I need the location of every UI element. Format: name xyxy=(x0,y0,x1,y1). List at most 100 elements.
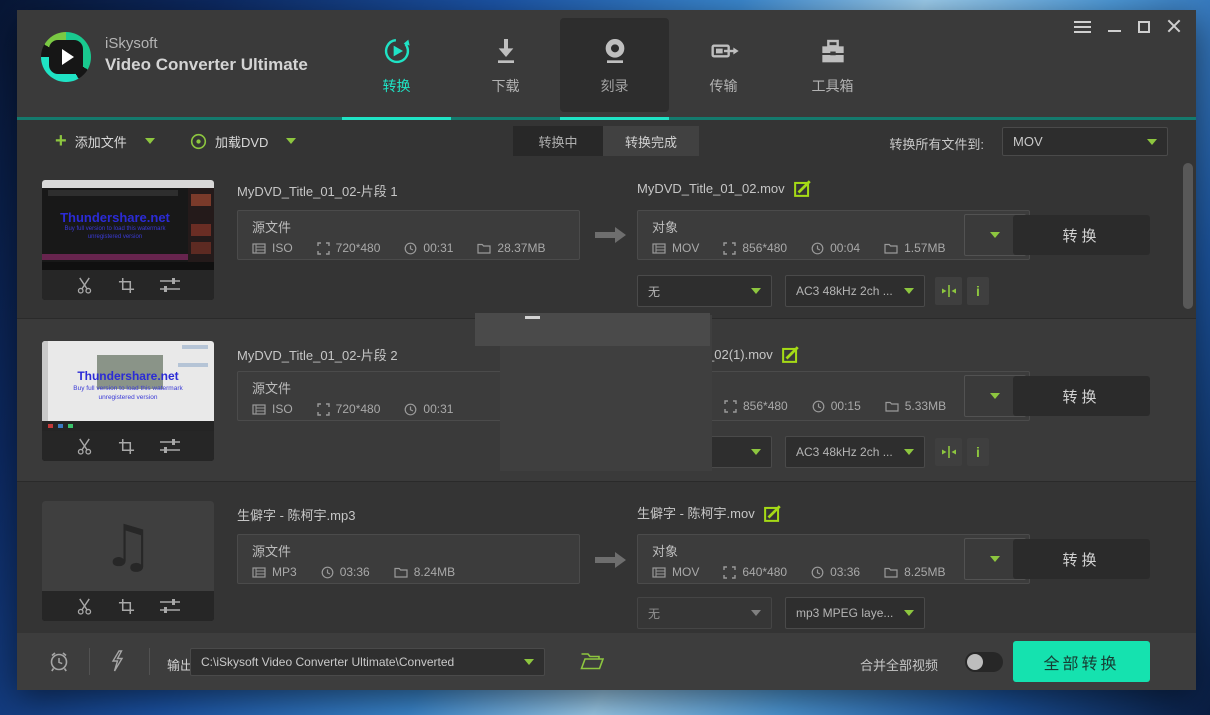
subtitle-select[interactable]: 无 xyxy=(637,275,772,307)
convert-button-3[interactable]: 转换 xyxy=(1013,539,1150,579)
film-icon xyxy=(252,242,266,255)
effects-icon[interactable] xyxy=(159,277,181,293)
trim-icon[interactable] xyxy=(75,277,94,294)
add-files-button[interactable]: + 添加文件 xyxy=(55,120,155,162)
add-files-label: 添加文件 xyxy=(75,132,127,151)
music-note-icon: ♫ xyxy=(102,512,154,580)
close-icon[interactable] xyxy=(1167,20,1180,33)
audio-value: mp3 MPEG laye... xyxy=(796,606,893,620)
tab-transfer-label: 传输 xyxy=(710,76,738,96)
info-button[interactable]: i xyxy=(967,438,989,466)
schedule-icon[interactable] xyxy=(47,649,71,674)
target-size: 1.57MB xyxy=(884,241,945,255)
audio-select[interactable]: AC3 48kHz 2ch ... xyxy=(785,436,925,468)
info-button[interactable]: i xyxy=(967,277,989,305)
source-format: ISO xyxy=(252,402,293,416)
tab-download[interactable]: 下载 xyxy=(451,18,560,112)
audio-value: AC3 48kHz 2ch ... xyxy=(796,445,893,459)
edit-icon[interactable] xyxy=(764,504,782,522)
info-icon: i xyxy=(976,283,980,299)
trim-icon[interactable] xyxy=(75,598,94,615)
audio-sync-icon xyxy=(941,445,957,459)
crop-icon[interactable] xyxy=(118,438,135,455)
format-settings-caret-icon xyxy=(990,393,1000,399)
output-format-caret-icon xyxy=(1147,139,1157,145)
source-resolution: 720*480 xyxy=(317,402,381,416)
convert-icon xyxy=(381,35,413,67)
play-icon xyxy=(62,49,74,65)
target-format: MOV xyxy=(652,241,699,255)
source-label: 源文件 xyxy=(252,541,579,560)
tab-burn[interactable]: 刻录 xyxy=(560,18,669,112)
app-window: iSkysoft Video Converter Ultimate 转换 下载 xyxy=(17,10,1196,690)
convert-button-2[interactable]: 转换 xyxy=(1013,376,1150,416)
brand-line2: Video Converter Ultimate xyxy=(105,55,308,75)
audio-sync-icon xyxy=(941,284,957,298)
output-name: _02(1).mov xyxy=(707,347,773,362)
open-folder-icon[interactable] xyxy=(580,651,604,671)
footer-bar: 输出 C:\iSkysoft Video Converter Ultimate\… xyxy=(17,633,1196,690)
target-size: 5.33MB xyxy=(885,399,946,413)
subtitle-value: 无 xyxy=(648,283,660,300)
target-duration: 00:04 xyxy=(811,241,860,255)
folder-icon xyxy=(884,242,898,254)
convert-all-to-label: 转换所有文件到: xyxy=(889,134,984,153)
film-icon xyxy=(252,566,266,579)
merge-toggle[interactable] xyxy=(965,652,1003,672)
tab-converting[interactable]: 转换中 xyxy=(513,126,603,156)
convert-button-1[interactable]: 转换 xyxy=(1013,215,1150,255)
output-name: 生僻字 - 陈柯宇.mov xyxy=(637,503,755,522)
edit-icon[interactable] xyxy=(782,345,800,363)
source-resolution: 720*480 xyxy=(317,241,381,255)
audio-sync-button[interactable] xyxy=(935,277,962,305)
effects-icon[interactable] xyxy=(159,598,181,614)
convert-all-button[interactable]: 全部转换 xyxy=(1013,641,1150,682)
watermark-subtext2: unregistered version xyxy=(42,234,188,240)
footer-divider xyxy=(149,648,150,675)
thumb-toolbar-2 xyxy=(42,431,214,461)
audio-caret-icon xyxy=(904,288,914,294)
burn-icon xyxy=(599,35,631,67)
tab-toolbox[interactable]: 工具箱 xyxy=(778,18,887,112)
subtitle-value: 无 xyxy=(648,605,660,622)
crop-icon[interactable] xyxy=(118,277,135,294)
app-logo-icon xyxy=(41,32,91,82)
subtitle-select: 无 xyxy=(637,597,772,629)
tab-converting-label: 转换中 xyxy=(538,132,577,151)
crop-icon[interactable] xyxy=(118,598,135,615)
maximize-icon[interactable] xyxy=(1138,21,1150,33)
toolbar: + 添加文件 加载DVD 转换中 转换完成 转换所有文件到: MOV xyxy=(17,120,1196,162)
tab-convert[interactable]: 转换 xyxy=(342,18,451,112)
trim-icon[interactable] xyxy=(75,438,94,455)
dvd-icon xyxy=(190,133,207,150)
effects-icon[interactable] xyxy=(159,438,181,454)
source-info-box: 源文件 ISO 720*480 00:31 xyxy=(237,210,580,260)
resolution-icon xyxy=(723,242,736,255)
menu-icon[interactable] xyxy=(1074,21,1091,33)
tab-download-label: 下载 xyxy=(492,76,520,96)
tab-transfer[interactable]: 传输 xyxy=(669,18,778,112)
target-resolution: 856*480 xyxy=(723,241,787,255)
audio-select[interactable]: AC3 48kHz 2ch ... xyxy=(785,275,925,307)
audio-sync-button[interactable] xyxy=(935,438,962,466)
target-format: MOV xyxy=(652,565,699,579)
brand: iSkysoft Video Converter Ultimate xyxy=(105,35,308,75)
source-size: 8.24MB xyxy=(394,565,455,579)
tab-converted[interactable]: 转换完成 xyxy=(603,126,699,156)
minimize-icon[interactable] xyxy=(1108,22,1121,32)
load-dvd-button[interactable]: 加载DVD xyxy=(190,120,296,162)
load-dvd-caret-icon[interactable] xyxy=(286,138,296,144)
tab-burn-label: 刻录 xyxy=(601,76,629,96)
output-format-select[interactable]: MOV xyxy=(1002,127,1168,156)
performance-icon[interactable] xyxy=(109,650,125,673)
footer-divider xyxy=(89,648,90,675)
clock-icon xyxy=(811,242,824,255)
add-files-caret-icon[interactable] xyxy=(145,138,155,144)
output-path-select[interactable]: C:\iSkysoft Video Converter Ultimate\Con… xyxy=(190,648,545,676)
edit-icon[interactable] xyxy=(794,179,812,197)
scrollbar-thumb[interactable] xyxy=(1183,163,1193,309)
target-resolution: 856*480 xyxy=(724,399,788,413)
audio-select[interactable]: mp3 MPEG laye... xyxy=(785,597,925,629)
folder-icon xyxy=(885,400,899,412)
thumb-toolbar-1 xyxy=(42,270,214,300)
